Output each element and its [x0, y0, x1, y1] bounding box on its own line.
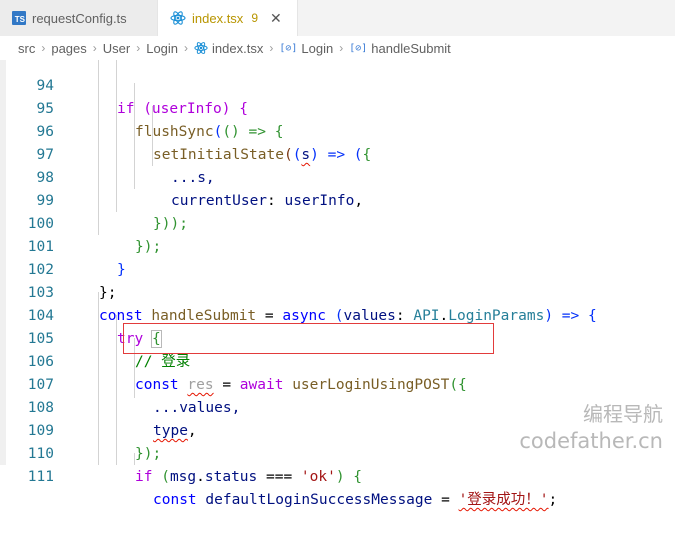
code-line: 98 currentUser: userInfo,: [0, 144, 675, 209]
highlight-box: [123, 323, 494, 354]
code-editor[interactable]: 94 if (userInfo) { 95 flushSync(() => { …: [0, 60, 675, 508]
tab-index-tsx[interactable]: index.tsx 9 ✕: [158, 0, 298, 36]
code-line: 102 };: [0, 236, 675, 301]
code-line: 94 if (userInfo) {: [0, 52, 675, 117]
code-line: 103 const handleSubmit = async (values: …: [0, 259, 675, 324]
code-line: 96 setInitialState((s) => ({: [0, 98, 675, 163]
line-number: 111: [27, 469, 54, 485]
problem-count-badge: 9: [251, 11, 258, 25]
watermark-title: 编程导航: [583, 402, 663, 426]
tab-title: index.tsx: [192, 10, 244, 26]
typescript-file-icon: TS: [12, 11, 26, 25]
tab-title: requestConfig.ts: [32, 10, 127, 26]
code-line: 104 try {: [0, 282, 675, 348]
code-line: 100 });: [0, 190, 675, 255]
code-line: 95 flushSync(() => {: [0, 75, 675, 140]
code-line: 107 ...values,: [0, 351, 675, 416]
code-text: if (msg.status === 'ok') {: [135, 469, 363, 485]
code-line: 101 }: [0, 213, 675, 278]
code-line: 108 type,: [0, 374, 675, 439]
code-line: 97 ...s,: [0, 121, 675, 186]
tab-request-config[interactable]: TS requestConfig.ts: [0, 0, 158, 36]
watermark-url: codefather.cn: [519, 429, 663, 453]
tab-bar: TS requestConfig.ts index.tsx 9 ✕: [0, 0, 675, 37]
code-line: 109 });: [0, 397, 675, 462]
code-text: const defaultLoginSuccessMessage = '登录成功…: [153, 492, 558, 508]
close-icon[interactable]: ✕: [270, 10, 282, 27]
react-file-icon: [170, 10, 186, 26]
code-line: 99 }));: [0, 167, 675, 232]
